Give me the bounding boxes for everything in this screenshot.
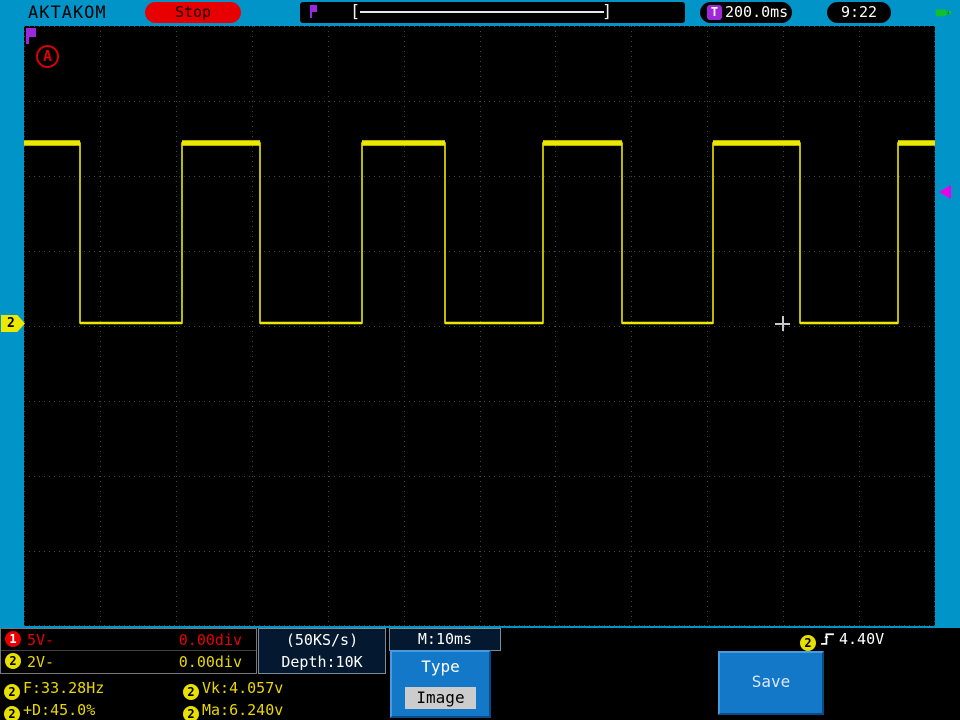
type-label: Type [392,657,489,676]
timebase-label: M:10ms [389,628,501,651]
measurement-label: Vk:4.057v [202,679,283,697]
measurement-item: 2+D:45.0% [4,699,95,720]
trigger-channel-badge: 2 [800,635,816,651]
waveform-plot [24,26,935,626]
save-button[interactable]: Save [718,651,824,715]
measurement-channel-badge: 2 [183,684,199,700]
trigger-level-label: 4.40V [839,630,884,648]
channel2-position-marker[interactable]: 2 [1,315,25,332]
measurement-item: 2Ma:6.240v [183,699,283,720]
trigger-position-marker-icon [310,5,317,12]
channel1-scale: 5V- [27,629,54,651]
acquire-mode-badge: A [36,45,59,68]
trigger-time-value: 200.0ms [725,3,788,21]
measurement-label: F:33.28Hz [23,679,104,697]
channel2-offset: 0.00div [179,651,242,673]
oscilloscope-ui: AKTAKOM Stop [ ] T200.0ms 9:22 A 2 1 [0,0,960,720]
trigger-icon: T [707,5,722,20]
channel2-row: 2 2V- 0.00div [1,651,256,673]
measurement-channel-badge: 2 [4,684,20,700]
measurement-item: 2Vk:4.057v [183,677,283,700]
trigger-position-bar: [ ] [300,2,685,23]
channel1-row: 1 5V- 0.00div [1,629,256,651]
measurement-channel-badge: 2 [4,706,20,720]
type-softkey[interactable]: Type Image [390,650,491,718]
rising-edge-icon [820,631,835,646]
top-bar: AKTAKOM Stop [ ] T200.0ms 9:22 [0,0,960,26]
channel2-scale: 2V- [27,651,54,673]
run-stop-button[interactable]: Stop [145,2,241,23]
window-left-bracket: [ [350,2,360,23]
measurement-item: 2F:33.28Hz [4,677,104,700]
trigger-time-readout: T200.0ms [700,2,792,23]
status-bar: 1 5V- 0.00div 2 2V- 0.00div (50KS/s) Dep… [0,628,960,720]
waveform-display: A [24,26,935,626]
clock: 9:22 [827,2,891,23]
cursor-crosshair [775,316,790,331]
measurement-label: Ma:6.240v [202,701,283,719]
usb-icon [934,3,953,22]
trigger-hpos-marker-icon [26,28,36,37]
memory-depth-label: Depth:10K [259,651,385,673]
channel1-badge: 1 [5,631,21,647]
acquisition-box: (50KS/s) Depth:10K [258,628,386,674]
brand-label: AKTAKOM [28,3,107,23]
record-window-line [360,11,604,13]
channel2-badge: 2 [5,653,21,669]
measurement-label: +D:45.0% [23,701,95,719]
type-value-image[interactable]: Image [405,687,476,709]
measurement-channel-badge: 2 [183,706,199,720]
window-right-bracket: ] [602,2,612,23]
trigger-level-marker[interactable] [939,185,951,199]
sample-rate-label: (50KS/s) [259,629,385,651]
trigger-info: 2 4.40V [800,628,884,651]
channel-info-panel: 1 5V- 0.00div 2 2V- 0.00div [0,628,257,674]
channel1-offset: 0.00div [179,629,242,651]
